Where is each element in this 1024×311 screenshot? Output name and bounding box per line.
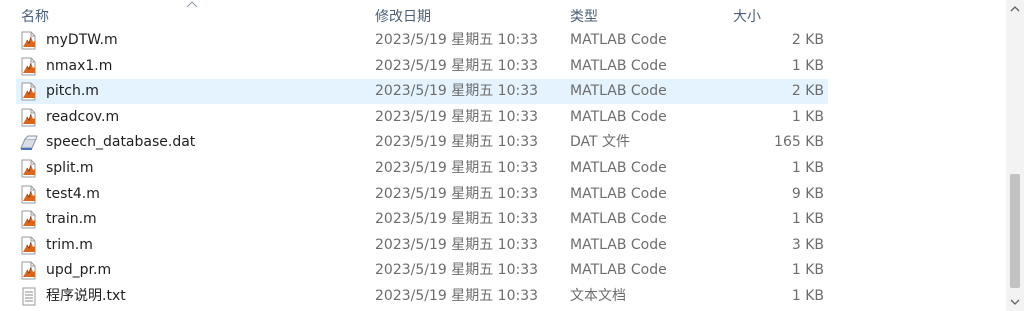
file-row[interactable]: nmax1.m 2023/5/19 星期五 10:33 MATLAB Code 1 K… [16,54,828,79]
column-header-type[interactable]: 类型 [570,0,720,28]
file-size: 1 KB [791,262,824,279]
file-modified-date: 2023/5/19 星期五 10:33 [375,108,539,125]
file-modified-date: 2023/5/19 星期五 10:33 [375,236,539,253]
file-name: split.m [46,160,94,176]
file-modified-date: 2023/5/19 星期五 10:33 [375,211,539,228]
file-name: trim.m [46,236,93,253]
file-modified-date: 2023/5/19 星期五 10:33 [375,134,539,151]
file-modified-date: 2023/5/19 星期五 10:33 [375,32,539,48]
file-type: MATLAB Code [570,57,667,74]
file-name: train.m [46,211,97,228]
column-header-bar: 名称 修改日期 类型 大小 [0,0,1000,28]
file-modified-date: 2023/5/19 星期五 10:33 [375,262,539,279]
matlab-file-icon [20,108,38,127]
matlab-file-icon [20,261,38,280]
scrollbar-thumb[interactable] [1010,174,1020,288]
dat-file-icon [20,133,38,152]
column-header-size[interactable]: 大小 [733,0,833,28]
file-explorer-list: 名称 修改日期 类型 大小 myDTW.m 2023/5/19 星期五 10:33… [0,0,1024,311]
file-size: 2 KB [791,32,824,48]
scroll-down-icon[interactable] [1006,293,1024,311]
file-type: DAT 文件 [570,134,631,151]
file-row[interactable]: myDTW.m 2023/5/19 星期五 10:33 MATLAB Code 2 K… [16,28,828,53]
file-size: 165 KB [774,134,824,151]
file-modified-date: 2023/5/19 星期五 10:33 [375,83,539,100]
file-type: MATLAB Code [570,185,667,202]
file-name: readcov.m [46,108,120,125]
file-type: MATLAB Code [570,160,667,176]
file-size: 1 KB [791,211,824,228]
matlab-file-icon [20,210,38,229]
file-type: MATLAB Code [570,108,667,125]
file-name: test4.m [46,185,100,202]
matlab-file-icon [20,159,38,178]
file-row[interactable]: test4.m 2023/5/19 星期五 10:33 MATLAB Code 9 K… [16,182,828,207]
file-type: MATLAB Code [570,262,667,279]
file-row[interactable]: speech_database.dat 2023/5/19 星期五 10:33 DA… [16,130,828,155]
file-modified-date: 2023/5/19 星期五 10:33 [375,185,539,202]
file-name: pitch.m [46,83,99,100]
file-size: 1 KB [791,288,824,304]
file-modified-date: 2023/5/19 星期五 10:33 [375,57,539,74]
file-row[interactable]: trim.m 2023/5/19 星期五 10:33 MATLAB Code 3 KB [16,233,828,258]
scroll-up-icon[interactable] [1006,0,1024,18]
vertical-scrollbar[interactable] [1006,0,1024,311]
file-size: 1 KB [791,57,824,74]
matlab-file-icon [20,31,38,50]
text-file-icon [20,287,38,306]
file-row[interactable]: 程序说明.txt 2023/5/19 星期五 10:33 文本文档 1 KB [16,284,828,309]
file-type: 文本文档 [570,288,626,304]
file-row[interactable]: upd_pr.m 2023/5/19 星期五 10:33 MATLAB Code 1 … [16,258,828,283]
column-header-name[interactable]: 名称 [21,0,365,28]
file-size: 3 KB [791,236,824,253]
file-row[interactable]: pitch.m 2023/5/19 星期五 10:33 MATLAB Code 2 K… [16,79,828,105]
file-row[interactable]: split.m 2023/5/19 星期五 10:33 MATLAB Code 1 K… [16,156,828,181]
matlab-file-icon [20,57,38,76]
file-type: MATLAB Code [570,211,667,228]
file-type: MATLAB Code [570,83,667,100]
file-name: nmax1.m [46,57,113,74]
file-type: MATLAB Code [570,32,667,48]
matlab-file-icon [20,185,38,204]
matlab-file-icon [20,82,38,101]
file-name: myDTW.m [46,32,118,48]
file-modified-date: 2023/5/19 星期五 10:33 [375,288,539,304]
matlab-file-icon [20,236,38,255]
file-name: upd_pr.m [46,262,112,279]
file-name: 程序说明.txt [46,288,126,304]
file-size: 9 KB [791,185,824,202]
file-row[interactable]: train.m 2023/5/19 星期五 10:33 MATLAB Code 1 K… [16,207,828,232]
file-name: speech_database.dat [46,134,196,151]
file-size: 1 KB [791,160,824,176]
file-modified-date: 2023/5/19 星期五 10:33 [375,160,539,176]
file-size: 1 KB [791,108,824,125]
file-row[interactable]: readcov.m 2023/5/19 星期五 10:33 MATLAB Code 1… [16,105,828,130]
file-type: MATLAB Code [570,236,667,253]
file-size: 2 KB [791,83,824,100]
column-header-date[interactable]: 修改日期 [375,0,555,28]
